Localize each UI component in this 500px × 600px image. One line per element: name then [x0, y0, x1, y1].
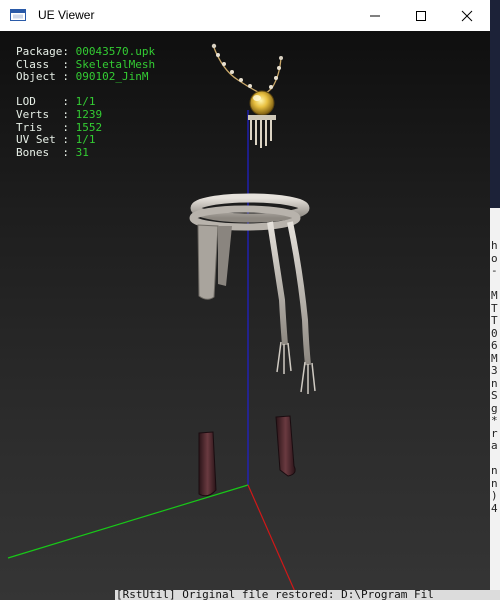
uvset-label: UV Set : [16, 133, 76, 147]
y-axis [7, 484, 249, 559]
console-line: h [491, 239, 498, 252]
rope-belt-mesh [189, 193, 316, 394]
console-window[interactable]: ho- M T T 0 6 M 3 n Sg * r a n n) 4 [490, 208, 500, 600]
app-icon [10, 9, 26, 21]
console-line: * [491, 414, 498, 427]
object-value: 090102_JinM [75, 70, 149, 84]
bones-value: 31 [75, 145, 89, 159]
console-line: a [491, 439, 498, 452]
minimize-icon [370, 15, 380, 16]
package-label: Package: [16, 45, 76, 58]
maximize-button[interactable] [398, 0, 444, 31]
x-axis [247, 484, 297, 595]
boots-mesh [198, 415, 296, 497]
class-value: SkeletalMesh [75, 57, 156, 71]
verts-label: Verts : [16, 107, 76, 121]
verts-value: 1239 [75, 107, 103, 121]
lod-value: 1/1 [75, 95, 96, 109]
bones-label: Bones : [16, 145, 76, 159]
console-line: S [491, 389, 498, 402]
lod-label: LOD : [16, 95, 76, 109]
window-title: UE Viewer [38, 8, 95, 22]
tris-label: Tris : [16, 120, 76, 134]
uvset-value: 1/1 [75, 133, 96, 147]
status-text: [RstUtil] Original file restored: D:\Pro… [116, 590, 434, 600]
console-line: n [491, 464, 498, 477]
close-button[interactable] [444, 0, 490, 31]
ue-viewer-window: UE Viewer Package: 00043570.upk Class: … [0, 0, 490, 600]
console-line: - [491, 264, 498, 277]
console-line: 6 [491, 339, 498, 352]
tris-value: 1552 [75, 120, 103, 134]
console-output: ho- M T T 0 6 M 3 n Sg * r a n n) 4 [491, 239, 498, 515]
status-line: [RstUtil] Original file restored: D:\Pro… [115, 590, 500, 600]
console-line: M [491, 289, 498, 302]
console-line: ) [491, 489, 498, 502]
console-line: 4 [491, 501, 498, 515]
minimize-button[interactable] [352, 0, 398, 31]
class-label: Class : [16, 57, 76, 71]
object-label: Object : [16, 70, 76, 84]
mesh-info-overlay: Package: 00043570.upk Class : SkeletalMe… [16, 45, 156, 159]
console-line: T [491, 314, 498, 327]
package-value: 00043570.upk [75, 45, 156, 58]
console-line: 3 [491, 364, 498, 377]
3d-viewport[interactable]: Package: 00043570.upk Class : SkeletalMe… [0, 31, 490, 600]
maximize-icon [416, 10, 426, 21]
title-bar[interactable]: UE Viewer [0, 0, 490, 31]
close-icon [461, 10, 473, 21]
